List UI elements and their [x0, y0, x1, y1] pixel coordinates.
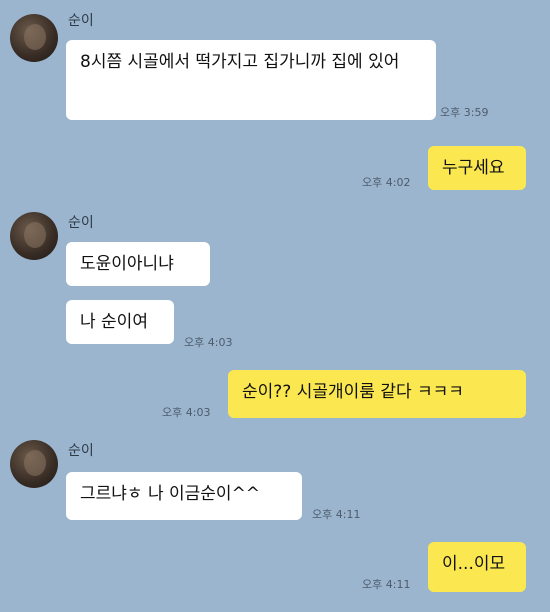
contact-name: 순이 — [68, 215, 94, 231]
contact-name: 순이 — [68, 443, 94, 459]
message-timestamp: 오후 4:03 — [184, 336, 233, 349]
contact-avatar[interactable] — [10, 14, 58, 62]
contact-name: 순이 — [68, 13, 94, 29]
incoming-message-bubble[interactable]: 8시쯤 시골에서 떡가지고 집가니까 집에 있어 — [66, 40, 436, 120]
message-timestamp: 오후 4:11 — [362, 578, 411, 591]
contact-avatar[interactable] — [10, 212, 58, 260]
message-timestamp: 오후 4:03 — [162, 406, 211, 419]
incoming-message-bubble[interactable]: 나 순이여 — [66, 300, 174, 344]
message-timestamp: 오후 3:59 — [440, 106, 489, 119]
message-timestamp: 오후 4:11 — [312, 508, 361, 521]
outgoing-message-bubble[interactable]: 누구세요 — [428, 146, 526, 190]
contact-avatar[interactable] — [10, 440, 58, 488]
outgoing-message-bubble[interactable]: 이...이모 — [428, 542, 526, 592]
message-timestamp: 오후 4:02 — [362, 176, 411, 189]
outgoing-message-bubble[interactable]: 순이?? 시골개이룸 같다 ㅋㅋㅋ — [228, 370, 526, 418]
incoming-message-bubble[interactable]: 그르냐ㅎ 나 이금순이^^ — [66, 472, 302, 520]
incoming-message-bubble[interactable]: 도윤이아니냐 — [66, 242, 210, 286]
